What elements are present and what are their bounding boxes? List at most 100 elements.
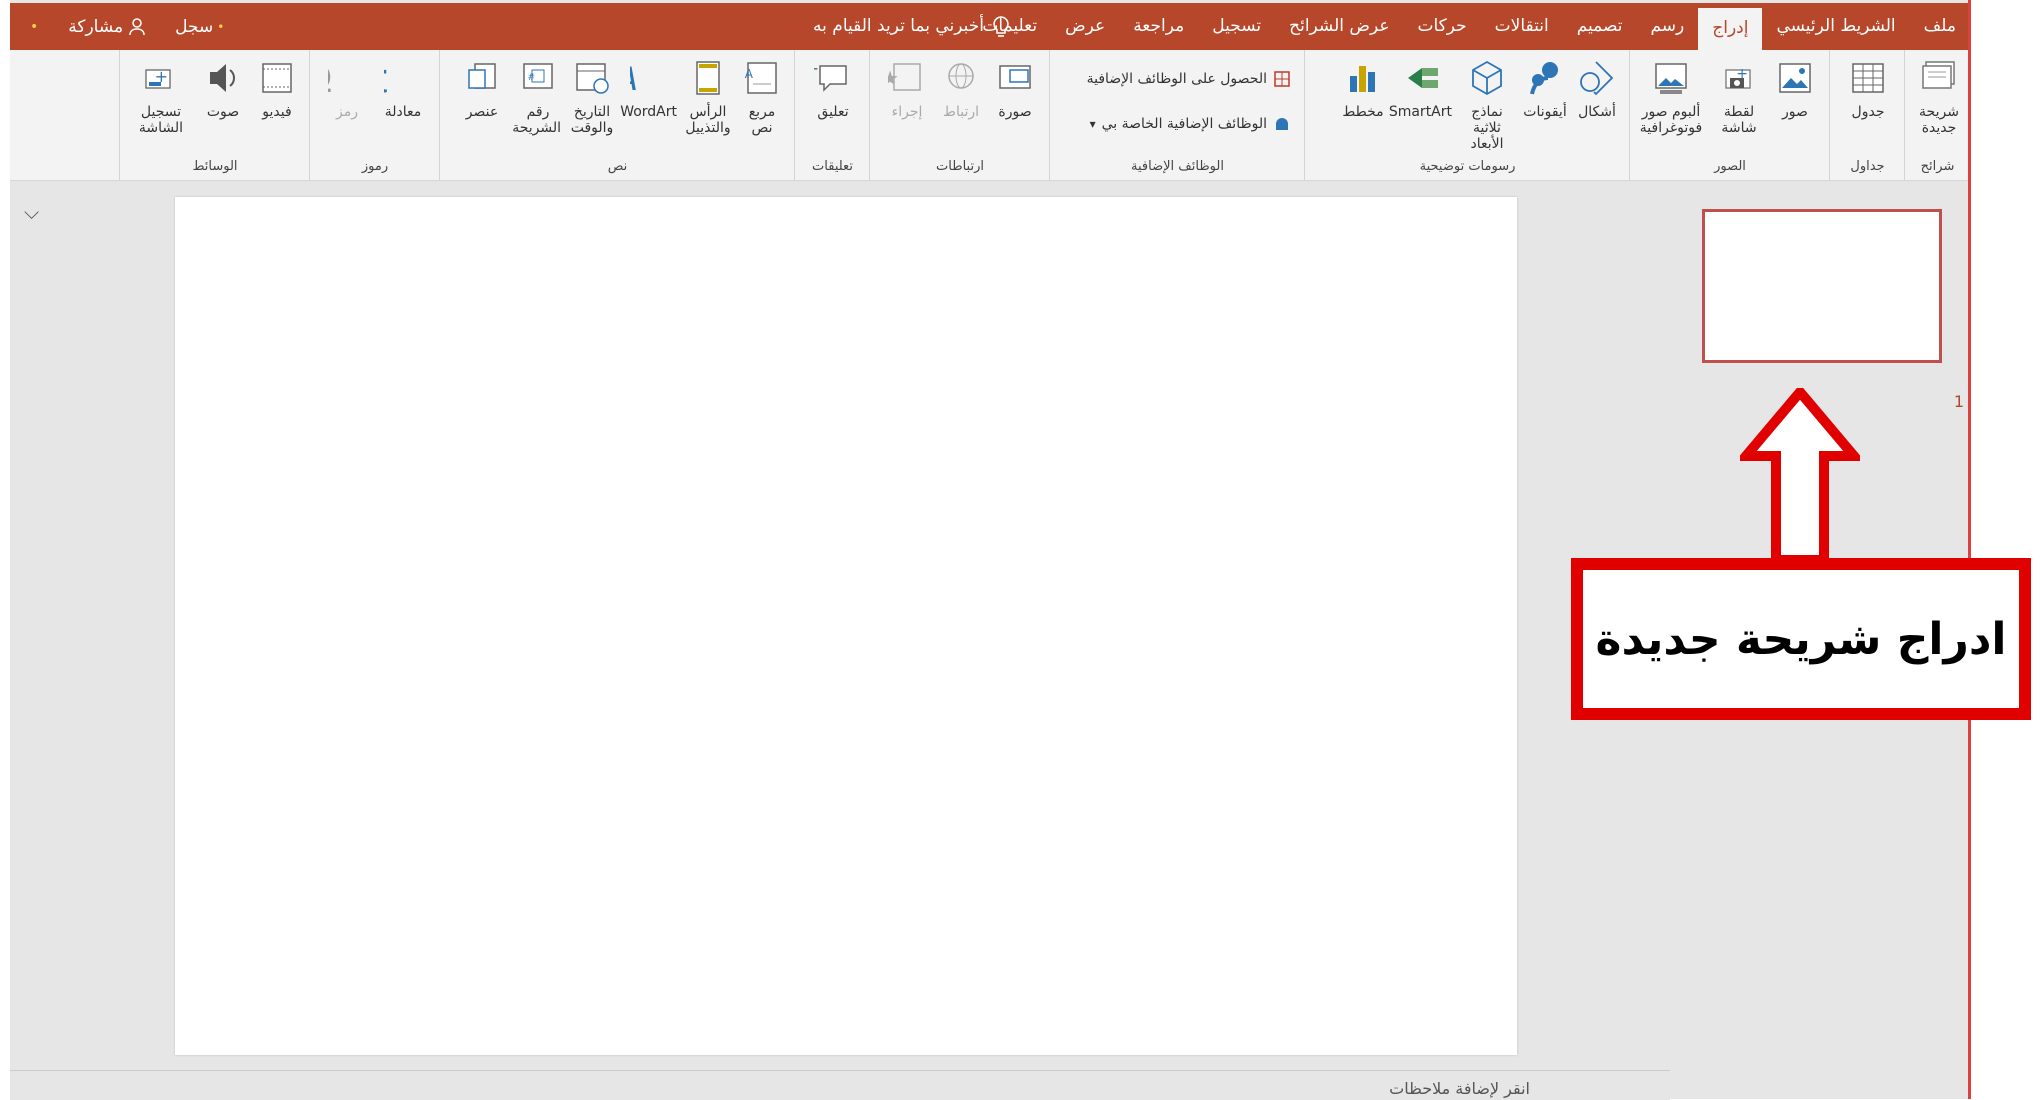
group-addins-label: الوظائف الإضافية [1131,159,1224,174]
share-button[interactable]: مشاركة [68,17,145,37]
group-comments-label: تعليقات [812,159,853,174]
table-button[interactable]: جدول [1845,58,1891,120]
zoom-button[interactable]: صورة [992,58,1038,120]
svg-text:+: + [155,67,168,86]
video-button[interactable]: فيديو [254,58,300,120]
object-button[interactable]: عنصر [459,58,505,120]
table-label: جدول [1851,104,1885,120]
shapes-icon [1580,61,1614,96]
tab-transitions[interactable]: انتقالات [1481,3,1563,50]
table-icon [1852,63,1884,93]
symbol-button[interactable]: Ω رمز [324,58,370,120]
date-time-label: التاريخ والوقت [570,104,614,136]
screen-recording-button[interactable]: + تسجيل الشاشة [132,58,190,136]
tab-draw[interactable]: رسم [1636,3,1698,50]
new-slide-icon [1922,61,1955,89]
video-label: فيديو [262,104,292,120]
group-images-label: الصور [1714,159,1746,174]
video-icon [262,63,292,93]
text-box-icon: A [745,62,777,94]
tab-design[interactable]: تصميم [1563,3,1637,50]
chart-button[interactable]: مخطط [1340,58,1386,120]
window-border [1968,0,1971,1099]
icons-label: أيقونات [1523,104,1567,120]
speaker-icon [210,64,235,92]
group-comments: + تعليق تعليقات [794,50,870,180]
shapes-button[interactable]: أشكال [1574,58,1620,120]
equation-button[interactable]: π معادلة [380,58,426,120]
link-icon [948,63,974,89]
action-button[interactable]: ★ إجراء [884,58,930,120]
smartart-button[interactable]: SmartArt [1389,58,1452,120]
store-icon [1274,71,1290,87]
text-box-button[interactable]: A مربع نص [739,58,785,136]
svg-text:π: π [384,58,388,98]
screenshot-button[interactable]: + لقطة شاشة [1716,58,1762,136]
powerpoint-window: ملف الشريط الرئيسي إدراج رسم تصميم انتقا… [10,0,1971,1100]
link-button[interactable]: ارتباط [938,58,984,120]
title-actions: • مشاركة سجل • [30,3,224,50]
pi-icon: π [384,58,388,98]
screen-recording-label: تسجيل الشاشة [138,104,184,136]
screenshot-icon: + [1725,66,1751,89]
svg-text:#: # [527,73,535,83]
picture-icon [1779,63,1811,93]
tab-file[interactable]: ملف [1910,3,1970,50]
person-icon [129,17,145,35]
tab-view[interactable]: عرض [1051,3,1119,50]
3d-models-button[interactable]: نماذج ثلاثية الأبعاد [1458,58,1516,152]
notes-bar[interactable]: انقر لإضافة ملاحظات [10,1070,1670,1100]
svg-text:A: A [745,67,754,81]
icons-button[interactable]: أيقونات [1522,58,1568,120]
group-media: فيديو صوت + تسجيل الشاشة الوسائط [119,50,310,180]
text-box-label: مربع نص [748,104,776,136]
record-dot-icon: • [217,19,225,34]
header-footer-button[interactable]: الرأس والتذييل [685,58,731,136]
dropdown-icon: ▾ [1089,117,1096,131]
get-addins-button[interactable]: الحصول على الوظائف الإضافية [1087,70,1291,88]
calendar-icon [576,63,609,94]
audio-label: صوت [206,104,240,120]
zoom-icon [999,65,1031,89]
my-addins-button[interactable]: الوظائف الإضافية الخاصة بي ▾ [1090,115,1291,133]
svg-text:+: + [1736,66,1748,82]
slide-number-button[interactable]: # رقم الشريحة [512,58,561,136]
icons-icon [1530,62,1558,95]
group-text: A مربع نص الرأس والتذييل A WordArt التار… [439,50,795,180]
slide-canvas[interactable] [175,197,1517,1055]
header-footer-label: الرأس والتذييل [685,104,731,136]
star-icon: ★ [888,63,921,91]
smartart-icon [1408,68,1438,88]
symbol-label: رمز [336,104,358,120]
dot-icon: • [30,18,39,35]
pictures-button[interactable]: صور [1772,58,1818,120]
cube-icon [1472,60,1502,96]
screenshot-label: لقطة شاشة [1721,104,1757,136]
tab-insert[interactable]: إدراج [1698,7,1763,52]
tab-slideshow[interactable]: عرض الشرائح [1275,3,1403,50]
photo-album-label: ألبوم صور فوتوغرافية [1639,104,1703,136]
group-symbols: π معادلة Ω رمز رموز [309,50,440,180]
tab-record[interactable]: تسجيل [1198,3,1275,50]
ribbon-insert: شريحة جديدة شرائح جدول جداول صور + لقطة … [10,50,1970,224]
tab-home[interactable]: الشريط الرئيسي [1762,3,1909,50]
tab-review[interactable]: مراجعة [1119,3,1198,50]
comment-icon: + [814,59,847,92]
collapse-ribbon-icon[interactable]: ⌵ [24,200,39,224]
svg-text:+: + [814,59,819,78]
audio-button[interactable]: صوت [200,58,246,120]
record-button[interactable]: سجل • [175,17,224,37]
photo-album-button[interactable]: ألبوم صور فوتوغرافية [1638,58,1704,136]
slide-thumbnail[interactable] [1702,209,1942,363]
new-slide-button[interactable]: شريحة جديدة [1916,58,1962,136]
my-addins-label: الوظائف الإضافية الخاصة بي [1101,116,1267,132]
tab-animations[interactable]: حركات [1403,3,1480,50]
group-illustrations-label: رسومات توضيحية [1419,159,1516,174]
comment-button[interactable]: + تعليق [810,58,856,120]
date-time-button[interactable]: التاريخ والوقت [569,58,615,136]
annotation-callout: ادراج شريحة جديدة [1571,558,2031,720]
tell-me-box[interactable]: أخبرني بما تريد القيام به [813,3,1010,50]
link-label: ارتباط [943,104,979,120]
group-tables-label: جداول [1850,159,1885,174]
wordart-button[interactable]: A WordArt [620,58,677,120]
